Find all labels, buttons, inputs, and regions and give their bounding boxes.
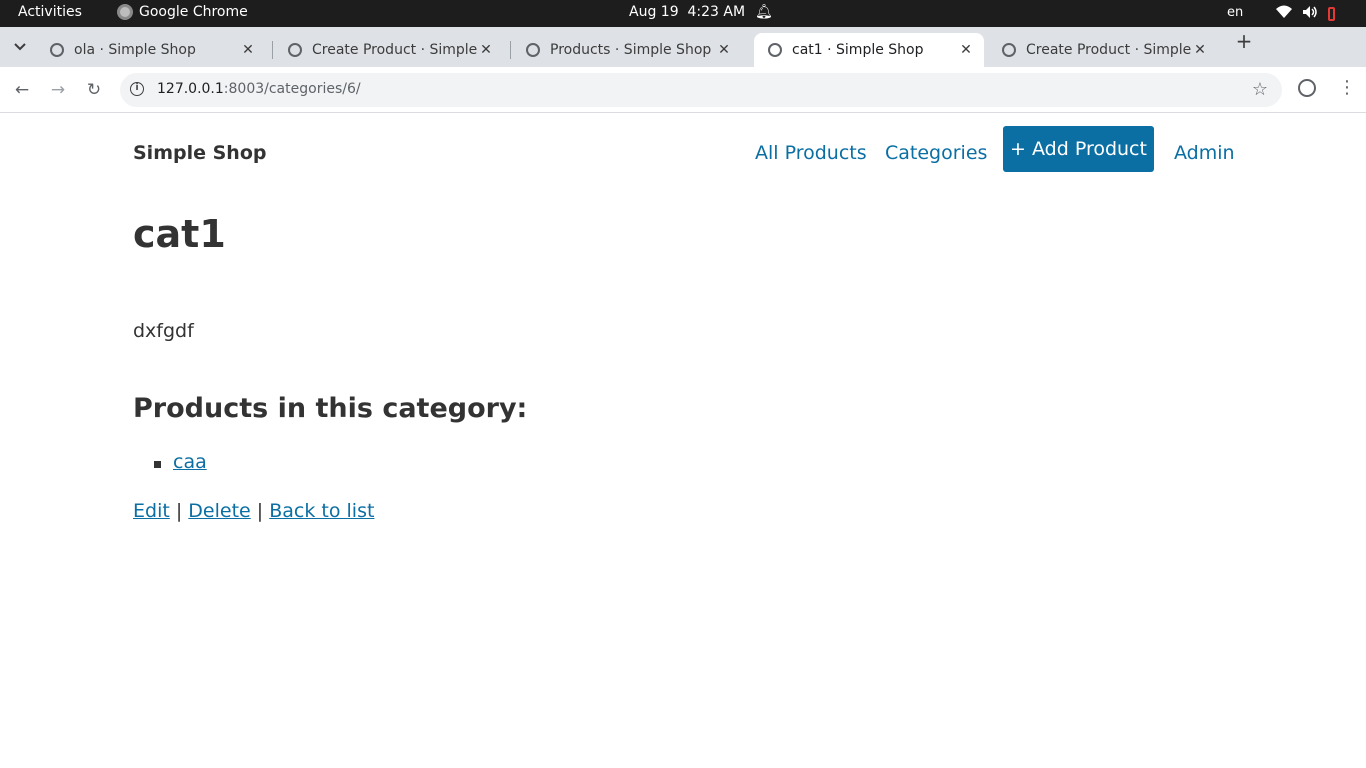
app-menu[interactable]: Google Chrome [117,4,248,20]
separator: | [256,500,264,522]
url-text[interactable]: 127.0.0.1:8003/categories/6/ [157,81,361,97]
new-tab-plus-icon[interactable]: + [1234,31,1254,52]
tab-products[interactable]: Products · Simple Shop ✕ [512,33,742,67]
close-icon[interactable]: ✕ [716,42,732,58]
category-description: dxfgdf [133,320,194,342]
profile-avatar-icon[interactable] [1298,79,1316,97]
globe-icon [288,43,302,57]
separator: | [175,500,183,522]
reload-icon[interactable]: ↻ [83,79,105,101]
activities-button[interactable]: Activities [18,4,82,20]
browser-toolbar: ← → ↻ i 127.0.0.1:8003/categories/6/ ☆ [0,67,1366,113]
delete-link[interactable]: Delete [188,500,250,522]
system-top-bar: Activities Google Chrome Aug 19 4:23 AM … [0,0,1366,27]
tab-cat1[interactable]: cat1 · Simple Shop ✕ [754,33,984,67]
back-to-list-link[interactable]: Back to list [269,500,374,522]
clock[interactable]: Aug 19 4:23 AM [629,4,745,20]
tab-title: Create Product · Simple Shop [312,42,478,58]
bookmark-star-icon[interactable]: ☆ [1252,79,1268,100]
language-indicator[interactable]: en [1227,5,1243,20]
nav-all-products[interactable]: All Products [755,142,867,164]
globe-icon [526,43,540,57]
forward-arrow-icon[interactable]: → [47,79,69,101]
tab-title: cat1 · Simple Shop [792,42,924,58]
tab-title: Create Product · Simple Shop [1026,42,1192,58]
alarm-bell-icon: 🔔︎ [755,4,773,20]
list-item: caa [133,451,207,473]
tab-create-product[interactable]: Create Product · Simple Shop ✕ [274,33,504,67]
tab-divider [510,41,511,59]
nav-categories[interactable]: Categories [885,142,987,164]
tab-search-chevron-down-icon[interactable] [8,35,32,59]
category-actions: Edit | Delete | Back to list [133,500,374,522]
close-icon[interactable]: ✕ [240,42,256,58]
battery-icon [1328,7,1335,21]
app-name: Google Chrome [139,4,248,20]
system-menu[interactable] [1276,5,1335,23]
tab-title: ola · Simple Shop [74,42,196,58]
tab-ola[interactable]: ola · Simple Shop ✕ [36,33,266,67]
volume-icon [1302,5,1318,23]
products-heading: Products in this category: [133,393,528,424]
tab-title: Products · Simple Shop [550,42,712,58]
wifi-icon [1276,5,1292,23]
product-list: caa [133,451,207,473]
globe-icon [768,43,782,57]
tab-create-product-2[interactable]: Create Product · Simple Shop ✕ [988,33,1218,67]
tab-strip: ola · Simple Shop ✕ Create Product · Sim… [0,27,1366,67]
close-icon[interactable]: ✕ [1192,42,1208,58]
add-product-button[interactable]: + Add Product [1003,126,1154,172]
url-path: :8003/categories/6/ [223,81,361,97]
chrome-icon [117,4,133,20]
globe-icon [1002,43,1016,57]
more-menu-icon[interactable]: ⋮ [1338,77,1356,98]
page-title: cat1 [133,212,226,256]
globe-icon [50,43,64,57]
site-info-icon[interactable]: i [130,82,144,96]
edit-link[interactable]: Edit [133,500,170,522]
close-icon[interactable]: ✕ [478,42,494,58]
address-bar[interactable]: i 127.0.0.1:8003/categories/6/ ☆ [120,73,1282,107]
close-icon[interactable]: ✕ [958,42,974,58]
back-arrow-icon[interactable]: ← [11,79,33,101]
site-brand[interactable]: Simple Shop [133,142,266,164]
tab-divider [272,41,273,59]
url-host: 127.0.0.1 [157,81,224,97]
page-content: Simple Shop All Products Categories + Ad… [0,114,1366,768]
nav-admin[interactable]: Admin [1174,142,1235,164]
product-link[interactable]: caa [173,451,207,473]
